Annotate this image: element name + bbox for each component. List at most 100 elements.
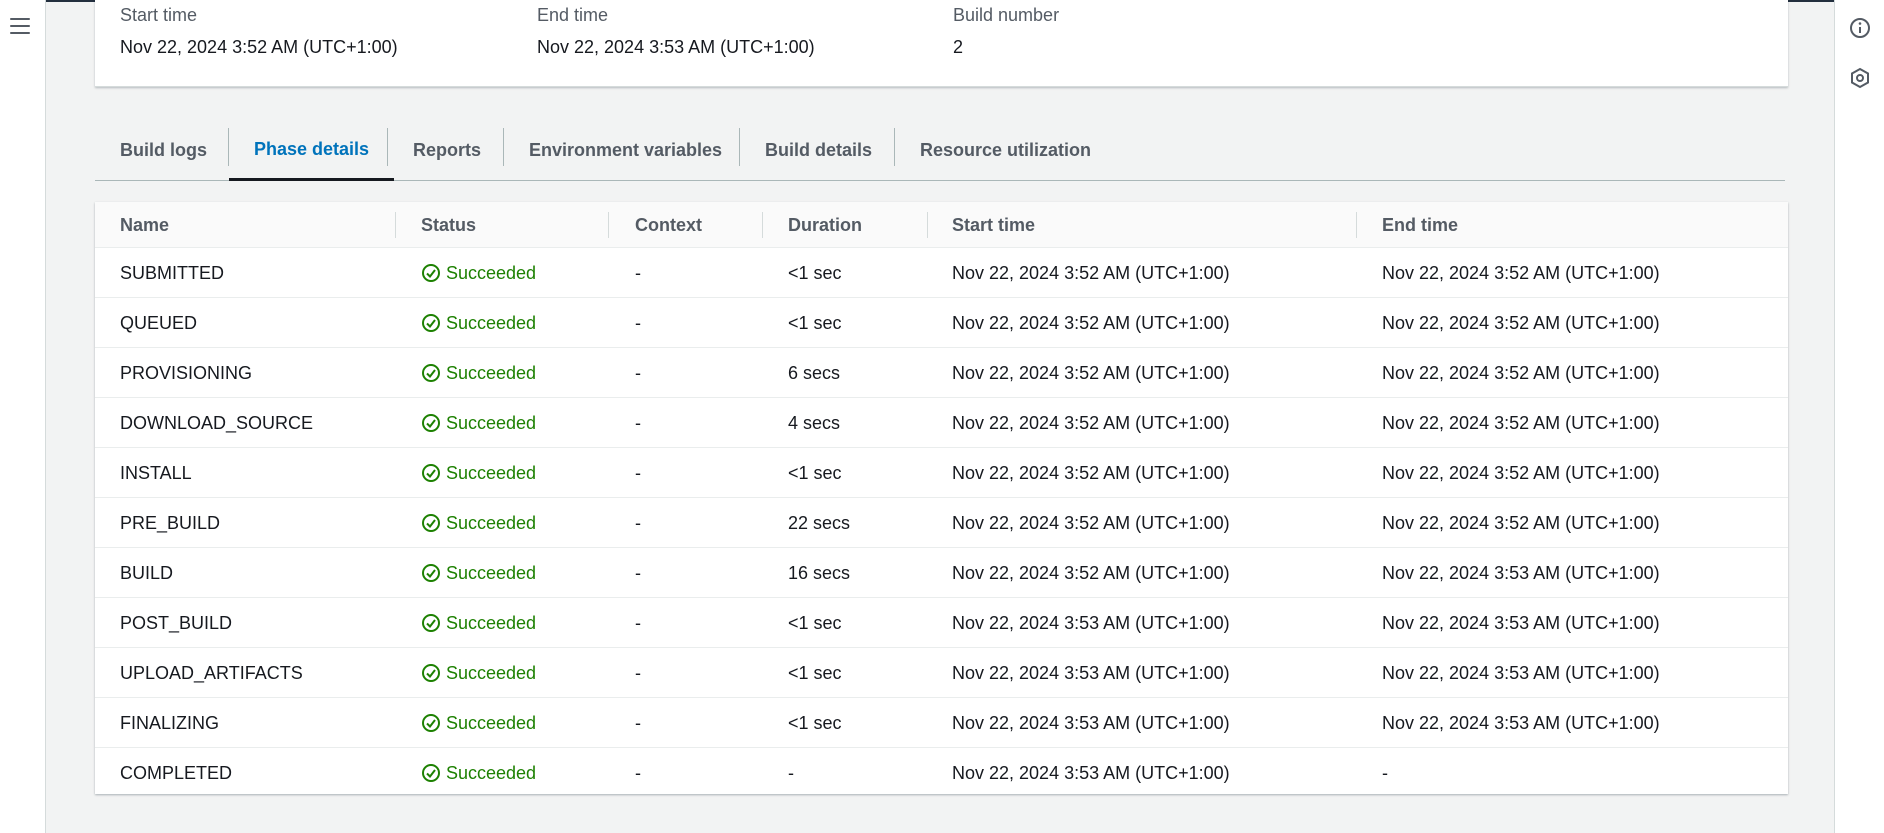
column-divider xyxy=(762,212,763,238)
phase-name-cell: PROVISIONING xyxy=(120,362,253,383)
status-text: Succeeded xyxy=(446,612,537,633)
end-time-cell: Nov 22, 2024 3:52 AM (UTC+1:00) xyxy=(1382,262,1660,283)
left-navigation-rail xyxy=(0,0,46,833)
phase-name-cell: SUBMITTED xyxy=(120,262,225,283)
end-time-field: End time Nov 22, 2024 3:53 AM (UTC+1:00) xyxy=(537,4,815,58)
status-text: Succeeded xyxy=(446,462,537,483)
tab-phase-details[interactable]: Phase details xyxy=(229,120,395,181)
start-time-cell: Nov 22, 2024 3:52 AM (UTC+1:00) xyxy=(952,462,1230,483)
start-time-cell: Nov 22, 2024 3:52 AM (UTC+1:00) xyxy=(952,562,1230,583)
table-row: QUEUED Succeeded - <1 sec Nov 22, 2024 3:52 … xyxy=(95,298,1788,348)
context-cell: - xyxy=(635,562,641,583)
end-time-cell: Nov 22, 2024 3:53 AM (UTC+1:00) xyxy=(1382,612,1660,633)
duration-cell: <1 sec xyxy=(788,312,842,333)
end-time-cell: Nov 22, 2024 3:53 AM (UTC+1:00) xyxy=(1382,662,1660,683)
tab-build-details[interactable]: Build details xyxy=(740,120,897,180)
check-circle-icon xyxy=(421,413,446,433)
check-circle-icon xyxy=(421,713,446,733)
start-time-label: Start time xyxy=(120,5,198,25)
check-circle-icon xyxy=(421,313,446,333)
start-time-cell: Nov 22, 2024 3:52 AM (UTC+1:00) xyxy=(952,362,1230,383)
tab-build-logs[interactable]: Build logs xyxy=(95,120,232,180)
end-time-cell: Nov 22, 2024 3:52 AM (UTC+1:00) xyxy=(1382,412,1660,433)
context-cell: - xyxy=(635,362,641,383)
duration-cell: <1 sec xyxy=(788,462,842,483)
table-row: PROVISIONING Succeeded - 6 secs Nov 22, 2024… xyxy=(95,348,1788,398)
status-cell: Succeeded xyxy=(421,498,536,548)
start-time-cell: Nov 22, 2024 3:52 AM (UTC+1:00) xyxy=(952,262,1230,283)
end-time-cell: Nov 22, 2024 3:52 AM (UTC+1:00) xyxy=(1382,362,1660,383)
start-time-cell: Nov 22, 2024 3:53 AM (UTC+1:00) xyxy=(952,612,1230,633)
info-icon[interactable] xyxy=(1848,16,1872,40)
status-text: Succeeded xyxy=(446,762,537,783)
check-circle-icon xyxy=(421,613,446,633)
check-circle-icon xyxy=(421,663,446,683)
hexagon-settings-icon[interactable] xyxy=(1848,66,1872,90)
status-text: Succeeded xyxy=(446,262,537,283)
column-header-context[interactable]: Context xyxy=(635,202,702,248)
context-cell: - xyxy=(635,512,641,533)
start-time-cell: Nov 22, 2024 3:52 AM (UTC+1:00) xyxy=(952,512,1230,533)
context-cell: - xyxy=(635,612,641,633)
table-row: SUBMITTED Succeeded - <1 sec Nov 22, 2024 3:… xyxy=(95,248,1788,298)
status-cell: Succeeded xyxy=(421,398,536,448)
start-time-cell: Nov 22, 2024 3:52 AM (UTC+1:00) xyxy=(952,312,1230,333)
status-cell: Succeeded xyxy=(421,348,536,398)
table-row: DOWNLOAD_SOURCE Succeeded - 4 secs Nov 22, 2… xyxy=(95,398,1788,448)
tab-reports[interactable]: Reports xyxy=(388,120,506,180)
start-time-value: Nov 22, 2024 3:52 AM (UTC+1:00) xyxy=(120,37,398,57)
table-row: COMPLETED Succeeded - - Nov 22, 2024 3:53 AM… xyxy=(95,748,1788,798)
phase-name-cell: BUILD xyxy=(120,562,174,583)
duration-cell: 16 secs xyxy=(788,562,851,583)
column-divider xyxy=(1356,212,1357,238)
table-row: BUILD Succeeded - 16 secs Nov 22, 2024 3:52 … xyxy=(95,548,1788,598)
column-divider xyxy=(395,212,396,238)
column-header-name[interactable]: Name xyxy=(120,202,169,248)
build-number-label: Build number xyxy=(953,5,1060,25)
check-circle-icon xyxy=(421,363,446,383)
context-cell: - xyxy=(635,662,641,683)
tab-environment-variables[interactable]: Environment variables xyxy=(504,120,747,180)
build-tabs: Build logs Phase details Reports Environ… xyxy=(95,120,1785,181)
tab-resource-utilization[interactable]: Resource utilization xyxy=(895,120,1116,180)
table-row: FINALIZING Succeeded - <1 sec Nov 22, 2024 3… xyxy=(95,698,1788,748)
column-divider xyxy=(927,212,928,238)
build-number-field: Build number 2 xyxy=(953,4,1059,58)
duration-cell: <1 sec xyxy=(788,712,842,733)
column-header-duration[interactable]: Duration xyxy=(788,202,862,248)
duration-cell: <1 sec xyxy=(788,262,842,283)
end-time-cell: Nov 22, 2024 3:52 AM (UTC+1:00) xyxy=(1382,312,1660,333)
phase-name-cell: UPLOAD_ARTIFACTS xyxy=(120,662,303,683)
column-divider xyxy=(608,212,609,238)
status-text: Succeeded xyxy=(446,362,537,383)
end-time-cell: - xyxy=(1382,762,1388,783)
status-cell: Succeeded xyxy=(421,748,536,798)
check-circle-icon xyxy=(421,263,446,283)
table-row: POST_BUILD Succeeded - <1 sec Nov 22, 2024 3… xyxy=(95,598,1788,648)
context-cell: - xyxy=(635,462,641,483)
status-text: Succeeded xyxy=(446,712,537,733)
phase-name-cell: FINALIZING xyxy=(120,712,220,733)
column-header-end-time[interactable]: End time xyxy=(1382,202,1458,248)
phase-name-cell: PRE_BUILD xyxy=(120,512,221,533)
duration-cell: <1 sec xyxy=(788,612,842,633)
hamburger-menu-icon[interactable] xyxy=(10,18,30,34)
table-header: Name Status Context Duration Start time … xyxy=(95,202,1788,248)
status-text: Succeeded xyxy=(446,312,537,333)
duration-cell: 6 secs xyxy=(788,362,841,383)
status-cell: Succeeded xyxy=(421,248,536,298)
phase-details-table: Name Status Context Duration Start time … xyxy=(95,202,1788,794)
check-circle-icon xyxy=(421,763,446,783)
column-header-start-time[interactable]: Start time xyxy=(952,202,1035,248)
table-row: INSTALL Succeeded - <1 sec Nov 22, 2024 3:52… xyxy=(95,448,1788,498)
status-cell: Succeeded xyxy=(421,548,536,598)
end-time-label: End time xyxy=(537,5,609,25)
column-header-status[interactable]: Status xyxy=(421,202,476,248)
phase-name-cell: QUEUED xyxy=(120,312,198,333)
build-summary-card: Start time Nov 22, 2024 3:52 AM (UTC+1:0… xyxy=(95,0,1788,87)
end-time-value: Nov 22, 2024 3:53 AM (UTC+1:00) xyxy=(537,37,815,57)
status-cell: Succeeded xyxy=(421,648,536,698)
phase-name-cell: COMPLETED xyxy=(120,762,233,783)
status-cell: Succeeded xyxy=(421,698,536,748)
status-cell: Succeeded xyxy=(421,448,536,498)
